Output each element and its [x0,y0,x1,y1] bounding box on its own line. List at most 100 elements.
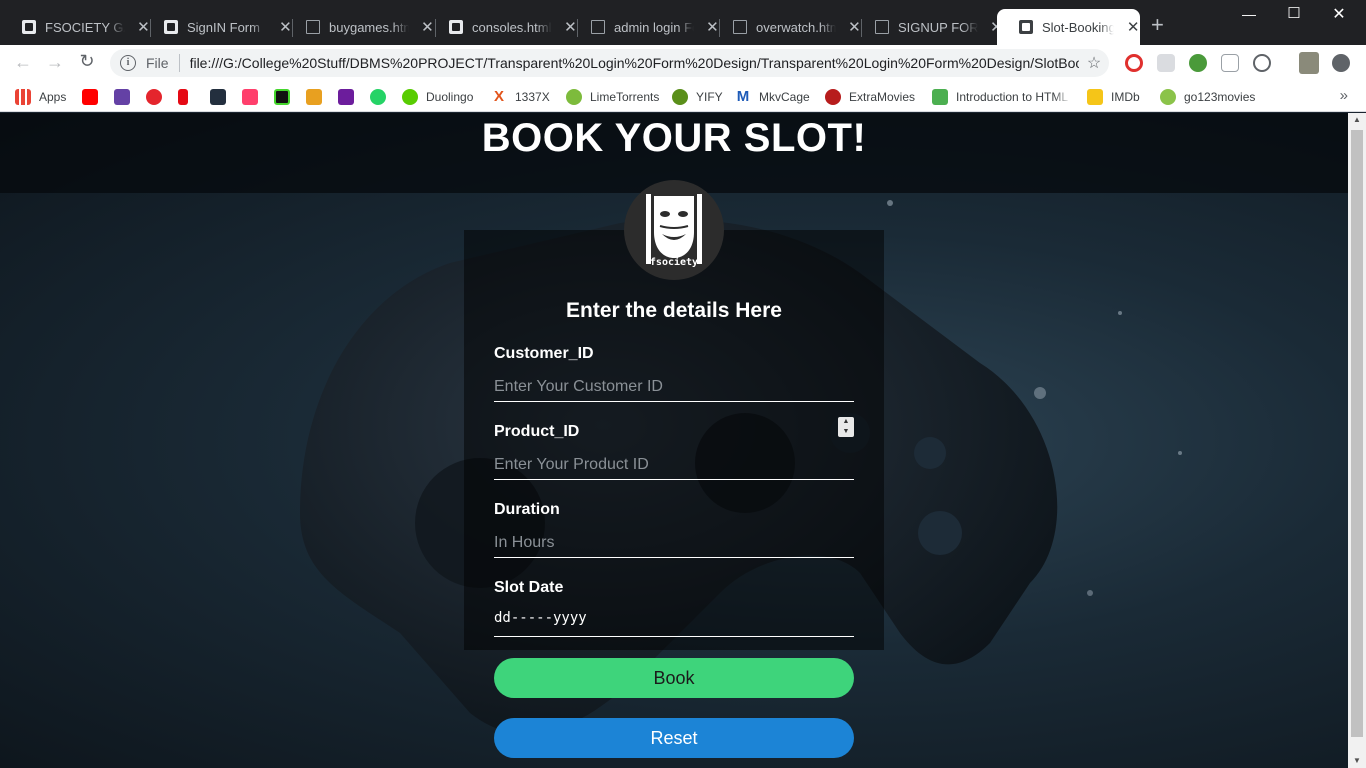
tab-title: consoles.html [472,19,552,35]
play-icon [1160,89,1176,105]
stepper-down-icon[interactable]: ▼ [838,427,854,437]
chevron-right-icon[interactable]: » [1340,87,1348,104]
minimize-icon[interactable]: — [1226,6,1272,22]
bookmark-heart[interactable] [146,89,170,105]
tab-title: SignIN Form [187,19,260,35]
1337x-icon: X [491,89,507,105]
tab-admin-login[interactable]: admin login Form ✕ [569,9,719,45]
bookmark-yify[interactable]: YIFY [672,89,723,105]
number-stepper[interactable]: ▲ ▼ [838,417,854,437]
bookmark-twitch[interactable] [114,89,138,105]
bookmark-mkvcage[interactable]: M MkvCage [735,89,810,105]
amazon-icon [210,89,226,105]
bookmarks-bar: Apps Duolingo X 1337X LimeTorrents YIFY … [0,82,1366,112]
tab-title: overwatch.html [756,19,836,35]
extension-s-icon[interactable] [1157,54,1175,72]
slot-date-input[interactable]: dd-----yyyy [494,607,854,637]
tab-consoles[interactable]: consoles.html ✕ [427,9,577,45]
document-icon [875,20,889,34]
document-icon [591,20,605,34]
customer-id-label: Customer_ID [494,345,594,362]
bookmark-apps[interactable]: Apps [15,89,66,105]
form-heading: Enter the details Here [566,299,782,322]
profile-avatar[interactable] [1299,52,1319,74]
star-icon[interactable]: ☆ [1079,53,1109,73]
bookmark-amazon[interactable] [210,89,234,105]
speed-icon[interactable] [1253,54,1271,72]
bookmark-game[interactable] [306,89,330,105]
reload-icon[interactable]: ↻ [76,51,98,72]
voot-icon [338,89,354,105]
page-scrollbar[interactable]: ▲ ▼ [1348,113,1366,768]
mkvcage-icon: M [735,88,751,105]
back-icon[interactable]: ← [12,52,34,73]
close-icon[interactable]: ✕ [1126,18,1140,36]
apps-grid-icon [15,89,31,105]
product-id-input[interactable] [494,450,854,480]
window-close-icon[interactable]: ✕ [1316,4,1362,24]
maximize-icon[interactable]: ☐ [1271,4,1317,22]
razer-icon [274,89,290,105]
bookmark-duolingo[interactable]: Duolingo [402,89,473,105]
reset-button[interactable]: Reset [494,718,854,758]
bookmark-voot[interactable] [338,89,362,105]
slot-date-label: Slot Date [494,579,564,596]
opera-icon[interactable] [1125,54,1143,72]
bookmark-netflix[interactable] [178,89,196,105]
w3-icon [932,89,948,105]
tab-title: admin login Form [614,19,694,35]
tab-title: SIGNUP FORM [898,19,978,35]
tab-signin-form[interactable]: SignIN Form ✕ [142,9,292,45]
scheme-label: File [146,55,169,71]
bookmark-limetorrents[interactable]: LimeTorrents [566,89,659,105]
myntra-icon [242,89,258,105]
address-bar[interactable]: i File file:///G:/College%20Stuff/DBMS%2… [110,49,1109,77]
extension-globe-icon[interactable] [1189,54,1207,72]
whatsapp-icon [370,89,386,105]
duration-input[interactable] [494,528,854,558]
bookmark-razer[interactable] [274,89,298,105]
extramovies-icon [825,89,841,105]
tab-fsociety-games[interactable]: FSOCIETY GAMES ✕ [0,9,150,45]
info-icon[interactable]: i [120,55,136,71]
url-text[interactable]: file:///G:/College%20Stuff/DBMS%20PROJEC… [190,55,1079,71]
fsociety-icon [22,20,36,34]
heart-icon [146,89,162,105]
bookmark-youtube[interactable] [82,89,106,105]
fsociety-icon [164,20,178,34]
tab-signup-form[interactable]: SIGNUP FORM ✕ [853,9,1003,45]
twitch-icon [114,89,130,105]
bookmark-whatsapp[interactable] [370,89,394,105]
forward-icon[interactable]: → [44,52,66,73]
bookmark-myntra[interactable] [242,89,266,105]
product-id-label: Product_ID [494,423,580,440]
new-tab-button[interactable]: + [1151,14,1164,36]
bookmark-extramovies[interactable]: ExtraMovies [825,89,915,105]
duration-label: Duration [494,501,560,518]
book-button[interactable]: Book [494,658,854,698]
scrollbar-thumb[interactable] [1351,130,1363,737]
imdb-icon [1087,89,1103,105]
bookmark-1337x[interactable]: X 1337X [491,89,550,105]
tab-buygames[interactable]: buygames.html ✕ [284,9,434,45]
bookmark-go123movies[interactable]: go123movies [1160,89,1255,105]
netflix-icon [178,89,188,105]
tab-slot-booking[interactable]: Slot-Booking Form ✕ [997,9,1140,45]
document-icon [306,20,320,34]
extension-box-icon[interactable] [1221,54,1239,72]
divider [178,54,180,72]
scroll-up-icon[interactable]: ▲ [1348,115,1366,124]
duolingo-icon [402,89,418,105]
document-icon [733,20,747,34]
form-layer: Enter the details Here Customer_ID Produ… [0,113,1348,768]
update-icon[interactable] [1332,54,1350,72]
bookmark-imdb[interactable]: IMDb [1087,89,1140,105]
fsociety-icon [449,20,463,34]
youtube-icon [82,89,98,105]
customer-id-input[interactable] [494,372,854,402]
scroll-down-icon[interactable]: ▼ [1348,756,1366,765]
bookmark-w3schools[interactable]: Introduction to HTML [932,89,1071,105]
tab-overwatch[interactable]: overwatch.html ✕ [711,9,861,45]
stepper-up-icon[interactable]: ▲ [838,417,854,427]
tab-title: buygames.html [329,19,409,35]
